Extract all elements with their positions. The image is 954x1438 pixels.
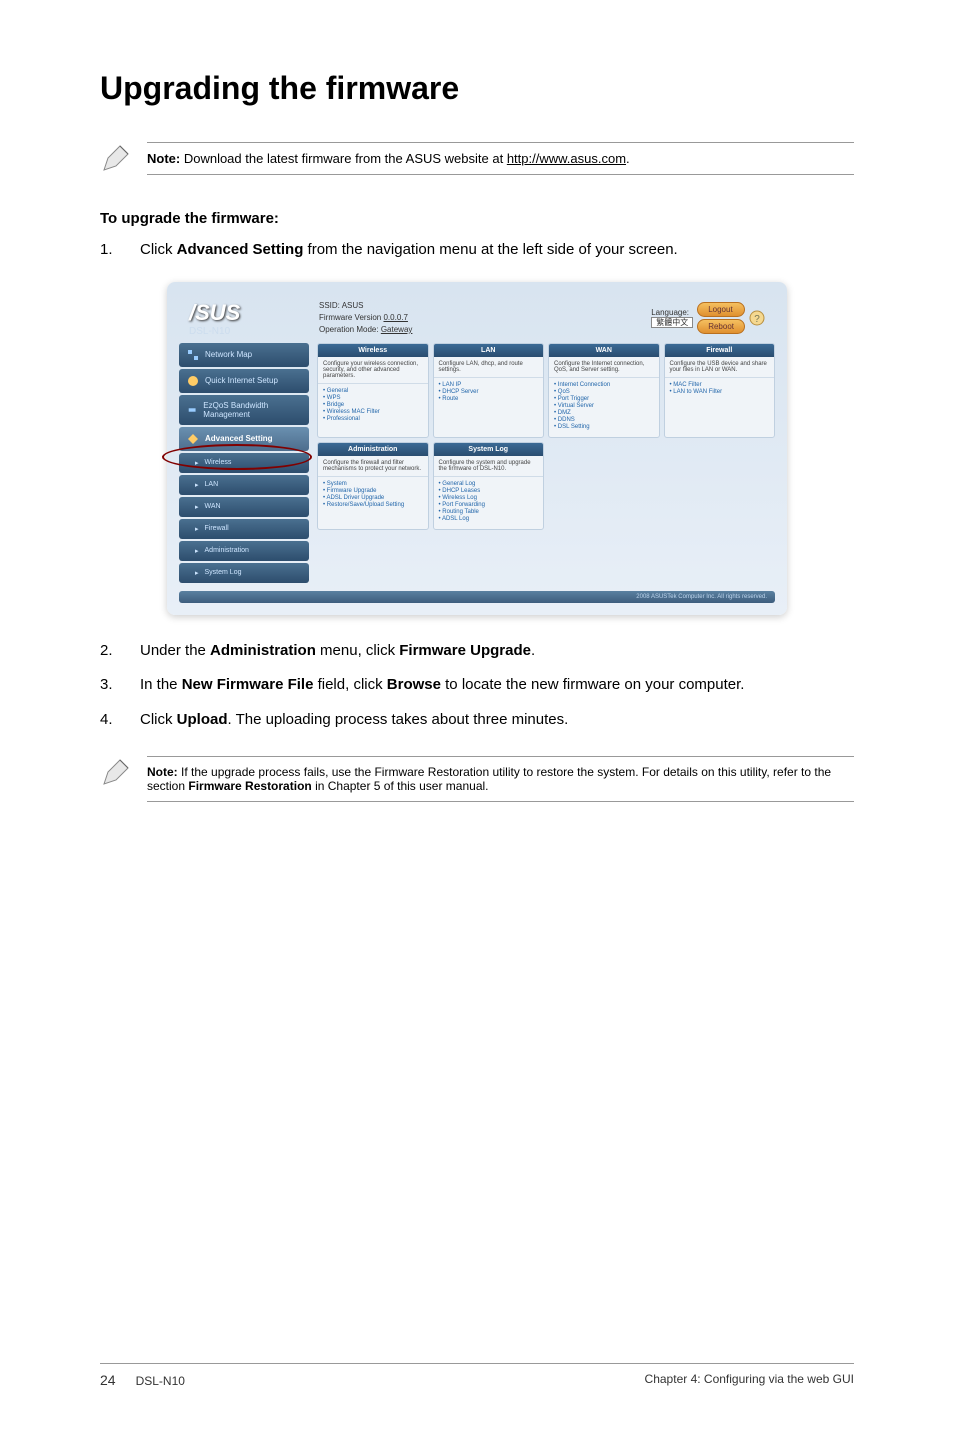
note-download: Note: Download the latest firmware from … xyxy=(100,137,854,180)
page-title: Upgrading the firmware xyxy=(100,70,854,107)
card-syslog: System Log Configure the system and upgr… xyxy=(433,442,545,530)
logout-button[interactable]: Logout xyxy=(697,302,745,317)
page-number: 24 xyxy=(100,1372,116,1388)
sidebar-quick-setup[interactable]: Quick Internet Setup xyxy=(179,369,309,393)
note-text: Download the latest firmware from the AS… xyxy=(180,151,507,166)
sidebar-sub-firewall[interactable]: ▸ Firewall xyxy=(179,519,309,539)
asus-link[interactable]: http://www.asus.com xyxy=(507,151,626,166)
router-model: DSL-N10 xyxy=(189,326,319,337)
sidebar-network-map[interactable]: Network Map xyxy=(179,343,309,367)
cards-grid: Wireless Configure your wireless connect… xyxy=(317,343,775,530)
asus-logo: /SUS xyxy=(189,300,319,326)
pen-icon xyxy=(100,142,132,174)
footer-chapter: Chapter 4: Configuring via the web GUI xyxy=(645,1372,854,1388)
language-select[interactable]: 繁體中文 xyxy=(651,317,693,328)
router-sidebar: Network Map Quick Internet Setup EzQoS B… xyxy=(179,343,309,583)
sidebar-sub-wan[interactable]: ▸ WAN xyxy=(179,497,309,517)
step-4: 4. Click Upload. The uploading process t… xyxy=(100,709,854,732)
step-3: 3. In the New Firmware File field, click… xyxy=(100,674,854,697)
card-firewall: Firewall Configure the USB device and sh… xyxy=(664,343,776,438)
card-wireless-list: General WPS Bridge Wireless MAC Filter P… xyxy=(318,384,428,429)
step-1: 1. Click Advanced Setting from the navig… xyxy=(100,239,854,262)
note-label: Note: xyxy=(147,151,180,166)
router-copyright: 2008 ASUSTek Computer Inc. All rights re… xyxy=(179,591,775,603)
router-screenshot: /SUS DSL-N10 SSID: ASUS Firmware Version… xyxy=(167,282,787,615)
note-restoration: Note: If the upgrade process fails, use … xyxy=(100,751,854,807)
sidebar-sub-syslog[interactable]: ▸ System Log xyxy=(179,563,309,583)
sidebar-ezqos[interactable]: EzQoS Bandwidth Management xyxy=(179,395,309,425)
pen-icon xyxy=(100,756,132,788)
card-wireless: Wireless Configure your wireless connect… xyxy=(317,343,429,438)
svg-text:?: ? xyxy=(754,314,760,325)
page-footer: 24 DSL-N10 Chapter 4: Configuring via the… xyxy=(100,1363,854,1388)
card-lan: LAN Configure LAN, dhcp, and route setti… xyxy=(433,343,545,438)
help-icon[interactable]: ? xyxy=(749,310,765,326)
upgrade-subheading: To upgrade the firmware: xyxy=(100,210,854,227)
card-admin: Administration Configure the firewall an… xyxy=(317,442,429,530)
sidebar-sub-lan[interactable]: ▸ LAN xyxy=(179,475,309,495)
card-wan: WAN Configure the Internet connection, Q… xyxy=(548,343,660,438)
sidebar-advanced-setting[interactable]: Advanced Setting xyxy=(179,427,309,451)
sidebar-sub-wireless[interactable]: ▸ Wireless xyxy=(179,453,309,473)
sidebar-sub-admin[interactable]: ▸ Administration xyxy=(179,541,309,561)
header-info: SSID: ASUS Firmware Version 0.0.0.7 Oper… xyxy=(319,300,651,336)
router-header: /SUS DSL-N10 SSID: ASUS Firmware Version… xyxy=(179,294,775,343)
footer-model: DSL-N10 xyxy=(136,1374,185,1388)
step-2: 2. Under the Administration menu, click … xyxy=(100,640,854,663)
reboot-button[interactable]: Reboot xyxy=(697,319,745,334)
